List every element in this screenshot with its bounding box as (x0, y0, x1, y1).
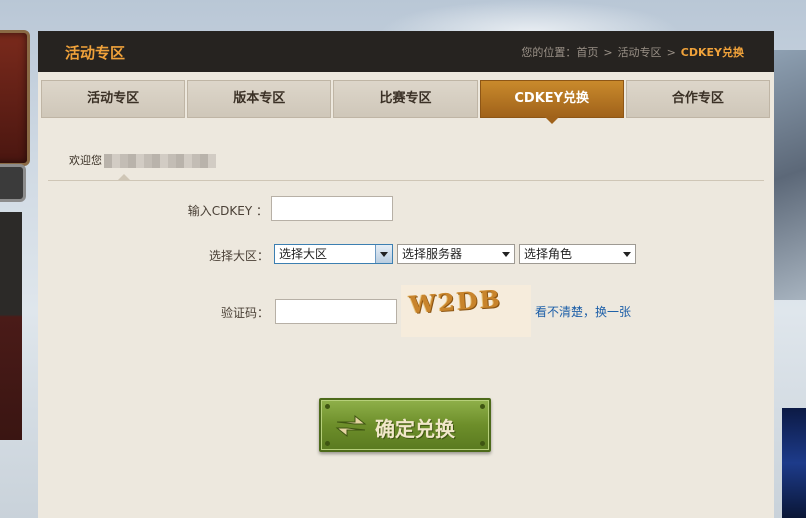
tab-cooperation[interactable]: 合作专区 (625, 80, 771, 118)
chevron-down-icon (623, 252, 631, 257)
section-divider (48, 180, 764, 181)
breadcrumb-home-link[interactable]: 首页 (576, 46, 598, 59)
welcome-prefix: 欢迎您 (69, 154, 102, 167)
cdkey-label: 输入CDKEY ： (187, 204, 268, 218)
captcha-label: 验证码： (220, 306, 269, 320)
breadcrumb-prefix: 您的位置： (521, 46, 577, 59)
tab-activity[interactable]: 活动专区 (41, 80, 186, 118)
exchange-arrows-icon (335, 414, 367, 438)
server-select-value: 选择服务器 (402, 247, 463, 261)
background-aircraft-right (772, 50, 806, 300)
role-select[interactable]: 选择角色 (519, 244, 636, 264)
region-select[interactable]: 选择大区 (274, 244, 393, 264)
cdkey-input[interactable] (271, 196, 393, 221)
refresh-captcha-link[interactable]: 看不清楚，换一张 (535, 303, 631, 320)
captcha-text: W2DB (408, 283, 503, 320)
background-panel-right (782, 408, 806, 518)
page-title: 活动专区 (65, 44, 126, 62)
tab-cdkey[interactable]: CDKEY兑换 (479, 80, 624, 124)
captcha-input[interactable] (275, 299, 397, 324)
breadcrumb-activity-link[interactable]: 活动专区 (618, 46, 662, 59)
background-panel-left (0, 212, 22, 440)
confirm-exchange-button[interactable]: 确定兑换 (319, 398, 491, 452)
tab-version[interactable]: 版本专区 (187, 80, 332, 118)
server-select[interactable]: 选择服务器 (397, 244, 515, 264)
chevron-down-icon (375, 245, 392, 263)
region-select-value: 选择大区 (279, 247, 328, 261)
welcome-message: 欢迎您 (69, 152, 216, 168)
background-airplane-art (380, 0, 680, 32)
tab-match[interactable]: 比赛专区 (333, 80, 478, 118)
role-select-value: 选择角色 (524, 247, 573, 261)
rivet-icon (325, 441, 330, 446)
breadcrumb-separator: > (603, 46, 613, 59)
breadcrumb-separator: > (666, 46, 676, 59)
panel-header: 活动专区 您的位置：首页 > 活动专区 > CDKEY兑换 (38, 31, 774, 72)
chevron-down-icon (502, 252, 510, 257)
tab-bar: 活动专区 版本专区 比赛专区 CDKEY兑换 合作专区 (41, 80, 771, 124)
background-frame-left (0, 30, 30, 166)
breadcrumb: 您的位置：首页 > 活动专区 > CDKEY兑换 (521, 44, 744, 60)
breadcrumb-current: CDKEY兑换 (680, 46, 744, 59)
confirm-exchange-label: 确定兑换 (375, 417, 455, 441)
main-panel: 活动专区 您的位置：首页 > 活动专区 > CDKEY兑换 活动专区 版本专区 比赛专区… (38, 31, 774, 518)
rivet-icon (480, 404, 485, 409)
rivet-icon (480, 441, 485, 446)
background-knob-left (0, 164, 26, 202)
username-redacted (104, 154, 216, 168)
region-label: 选择大区： (208, 249, 269, 263)
rivet-icon (325, 404, 330, 409)
captcha-image[interactable]: W2DB (401, 283, 531, 337)
